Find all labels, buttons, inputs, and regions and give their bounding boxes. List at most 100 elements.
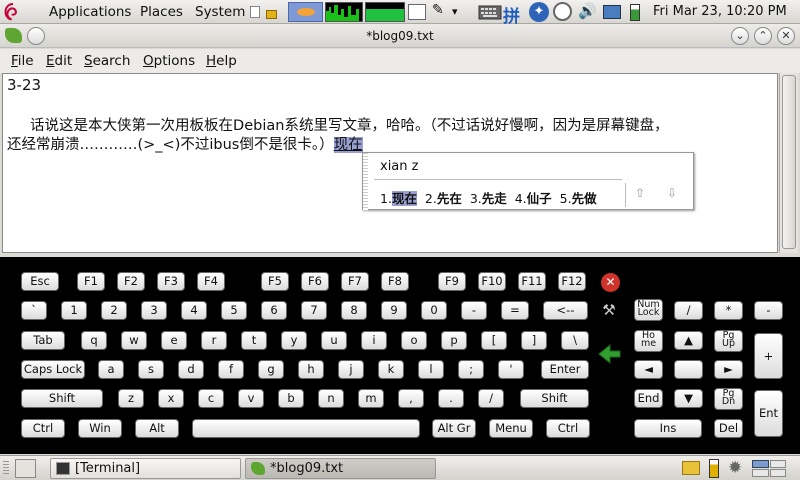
key-backslash[interactable]: \ bbox=[561, 331, 589, 350]
workspace-4[interactable] bbox=[769, 469, 786, 477]
key-f3[interactable]: F3 bbox=[157, 272, 185, 291]
key-9[interactable]: 9 bbox=[381, 301, 407, 320]
keyboard-icon[interactable] bbox=[478, 2, 502, 22]
battery-tray-icon[interactable] bbox=[709, 459, 719, 478]
key-s[interactable]: s bbox=[138, 360, 164, 379]
key-pgup[interactable]: Pg Up bbox=[714, 330, 743, 352]
key-numpad-star[interactable]: * bbox=[714, 301, 743, 320]
ime-candidate[interactable]: 2.先在 bbox=[425, 191, 462, 206]
accessibility-icon[interactable]: ✦ bbox=[529, 2, 549, 22]
lock-icon[interactable] bbox=[266, 2, 280, 22]
key-numpad-enter[interactable]: Ent bbox=[754, 390, 783, 437]
key-del[interactable]: Del bbox=[714, 419, 743, 438]
key-f11[interactable]: F11 bbox=[518, 272, 546, 291]
key-q[interactable]: q bbox=[81, 331, 107, 350]
notes-icon[interactable] bbox=[250, 2, 263, 22]
key-g[interactable]: g bbox=[258, 360, 284, 379]
system-menu[interactable]: System bbox=[195, 4, 245, 20]
memory-monitor-icon[interactable] bbox=[365, 2, 405, 22]
volume-icon[interactable]: 🔊 bbox=[578, 2, 600, 22]
key-right[interactable]: ► bbox=[714, 360, 743, 379]
key-n[interactable]: n bbox=[318, 389, 344, 408]
ime-candidate[interactable]: 3.先走 bbox=[470, 191, 507, 206]
battery-icon[interactable] bbox=[630, 2, 644, 22]
key-f7[interactable]: F7 bbox=[341, 272, 369, 291]
key-ins[interactable]: Ins bbox=[634, 419, 702, 438]
key-l[interactable]: l bbox=[418, 360, 444, 379]
key-f4[interactable]: F4 bbox=[197, 272, 225, 291]
workspace-switcher[interactable] bbox=[752, 460, 786, 477]
key-menu[interactable]: Menu bbox=[489, 419, 533, 438]
key-shift-left[interactable]: Shift bbox=[21, 389, 103, 408]
taskbar-item-terminal[interactable]: [Terminal] bbox=[50, 458, 241, 479]
image-viewer-icon[interactable] bbox=[408, 2, 428, 22]
key-backtick[interactable]: ` bbox=[21, 301, 47, 320]
close-keyboard-icon[interactable]: ✕ bbox=[601, 273, 620, 292]
key-f6[interactable]: F6 bbox=[301, 272, 329, 291]
key-f8[interactable]: F8 bbox=[381, 272, 409, 291]
key-e[interactable]: e bbox=[161, 331, 187, 350]
menu-file[interactable]: File bbox=[11, 53, 34, 69]
key-ctrl-left[interactable]: Ctrl bbox=[21, 419, 65, 438]
key-f2[interactable]: F2 bbox=[117, 272, 145, 291]
key-f5[interactable]: F5 bbox=[261, 272, 289, 291]
taskbar-item-editor[interactable]: *blog09.txt bbox=[245, 458, 436, 479]
key-r[interactable]: r bbox=[201, 331, 227, 350]
key-3[interactable]: 3 bbox=[141, 301, 167, 320]
settings-wrench-icon[interactable]: ⚒ bbox=[598, 301, 620, 321]
menu-help[interactable]: Help bbox=[206, 53, 237, 69]
menu-options[interactable]: Options bbox=[143, 53, 195, 69]
key-numpad-plus[interactable]: + bbox=[754, 333, 783, 379]
key-k[interactable]: k bbox=[378, 360, 404, 379]
key-numpad-slash[interactable]: / bbox=[674, 301, 703, 320]
workspace-2[interactable] bbox=[769, 460, 786, 468]
key-shift-right[interactable]: Shift bbox=[520, 389, 589, 408]
page-down-icon[interactable]: ⇩ bbox=[667, 186, 677, 200]
key-numlock[interactable]: Num Lock bbox=[634, 299, 663, 321]
key-period[interactable]: . bbox=[438, 389, 464, 408]
key-slash[interactable]: / bbox=[478, 389, 504, 408]
key-m[interactable]: m bbox=[358, 389, 384, 408]
key-u[interactable]: u bbox=[321, 331, 347, 350]
key-f1[interactable]: F1 bbox=[77, 272, 105, 291]
key-6[interactable]: 6 bbox=[261, 301, 287, 320]
key-j[interactable]: j bbox=[338, 360, 364, 379]
key-backspace[interactable]: <-- bbox=[543, 301, 588, 320]
key-equals[interactable]: = bbox=[501, 301, 529, 320]
key-t[interactable]: t bbox=[241, 331, 267, 350]
ime-drag-handle[interactable] bbox=[363, 153, 368, 211]
key-esc[interactable]: Esc bbox=[21, 272, 59, 291]
key-1[interactable]: 1 bbox=[61, 301, 87, 320]
network-monitor-icon[interactable] bbox=[288, 2, 323, 22]
key-p[interactable]: p bbox=[441, 331, 467, 350]
key-comma[interactable]: , bbox=[398, 389, 424, 408]
ime-candidate[interactable]: 4.仙子 bbox=[515, 191, 552, 206]
key-win[interactable]: Win bbox=[78, 419, 122, 438]
cpu-monitor-icon[interactable] bbox=[325, 2, 363, 22]
menu-search[interactable]: Search bbox=[84, 53, 130, 69]
workspace-3[interactable] bbox=[752, 469, 769, 477]
key-up[interactable]: ▲ bbox=[674, 331, 703, 350]
panel-clock[interactable]: Fri Mar 23, 10:20 PM bbox=[653, 4, 787, 19]
workspace-1[interactable] bbox=[752, 460, 769, 468]
key-ctrl-right[interactable]: Ctrl bbox=[546, 419, 590, 438]
debian-logo-icon[interactable] bbox=[3, 2, 23, 22]
key-down[interactable]: ▼ bbox=[674, 389, 703, 408]
page-up-icon[interactable]: ⇧ bbox=[635, 186, 645, 200]
close-button[interactable]: ✕ bbox=[777, 27, 795, 45]
key-8[interactable]: 8 bbox=[341, 301, 367, 320]
ime-candidate[interactable]: 5.先做 bbox=[560, 191, 597, 206]
show-desktop-icon[interactable] bbox=[15, 459, 36, 478]
key-x[interactable]: x bbox=[158, 389, 184, 408]
key-4[interactable]: 4 bbox=[181, 301, 207, 320]
clock-icon[interactable] bbox=[553, 2, 573, 22]
key-0[interactable]: 0 bbox=[421, 301, 447, 320]
ime-candidate[interactable]: 1.现在 bbox=[380, 191, 417, 206]
key-f[interactable]: f bbox=[218, 360, 244, 379]
key-enter[interactable]: Enter bbox=[541, 360, 589, 379]
key-v[interactable]: v bbox=[238, 389, 264, 408]
key-semicolon[interactable]: ; bbox=[458, 360, 484, 379]
key-alt[interactable]: Alt bbox=[135, 419, 179, 438]
key-f12[interactable]: F12 bbox=[558, 272, 586, 291]
key-a[interactable]: a bbox=[98, 360, 124, 379]
